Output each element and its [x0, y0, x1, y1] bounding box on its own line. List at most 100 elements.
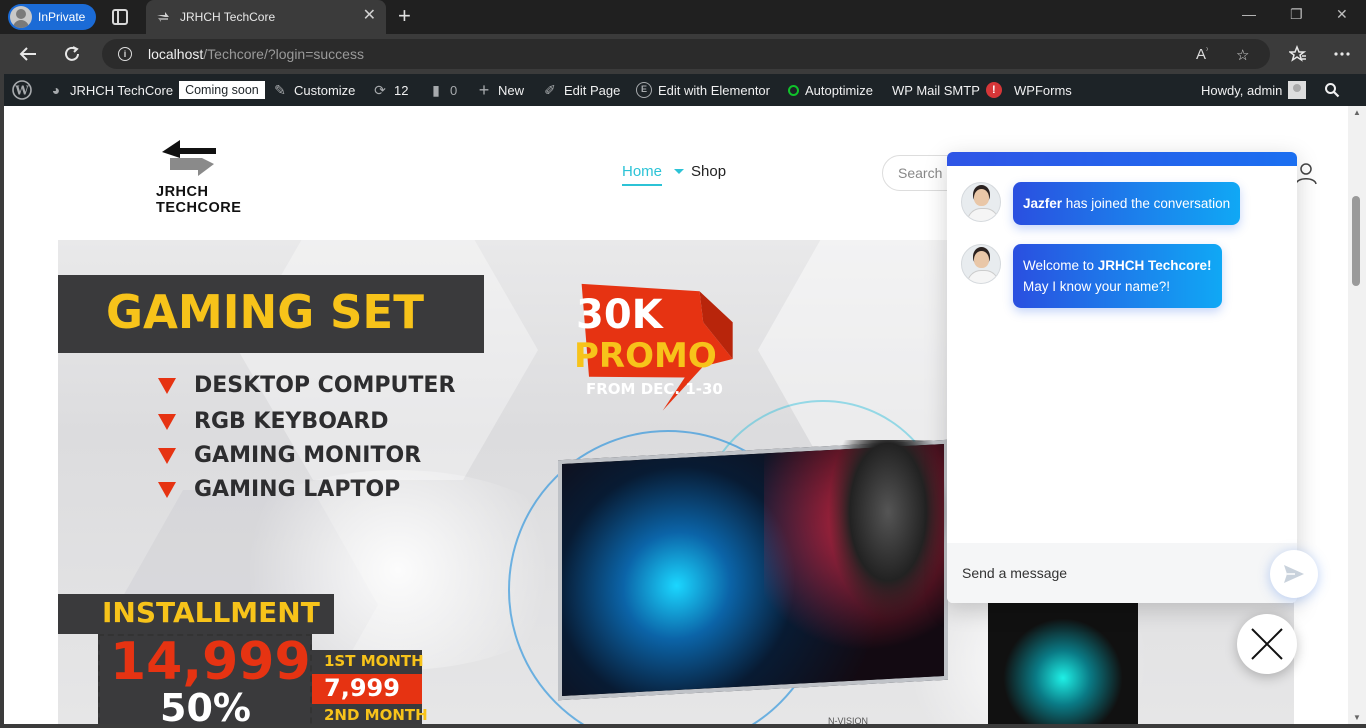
minimize-button[interactable]: — [1242, 6, 1256, 22]
pencil-icon: ✐ [544, 82, 556, 98]
monitor-brand: N-VISION [828, 716, 869, 724]
agent-name: Jazfer [1023, 196, 1063, 211]
chat-message: Jazfer has joined the conversation [961, 182, 1241, 225]
chat-message-input[interactable]: Send a message [947, 543, 1297, 603]
favorites-icon[interactable] [1286, 42, 1310, 66]
scroll-up-icon[interactable]: ▲ [1353, 108, 1361, 117]
adminbar-wp-mail-smtp[interactable]: WP Mail SMTP ! [892, 74, 1002, 106]
feature-item: GAMING MONITOR [158, 443, 421, 468]
close-window-button[interactable]: ✕ [1336, 6, 1348, 23]
chat-bubble: Jazfer has joined the conversation [1013, 182, 1241, 225]
wordpress-logo-icon[interactable]: W [12, 74, 32, 106]
send-button[interactable] [1270, 550, 1318, 598]
tab-actions-icon[interactable] [112, 9, 128, 25]
chat-close-button[interactable] [1237, 614, 1297, 674]
feature-label: GAMING MONITOR [194, 443, 422, 468]
promo-word: PROMO [574, 336, 717, 376]
autoptimize-label: Autoptimize [805, 82, 873, 98]
feature-item: RGB KEYBOARD [158, 409, 389, 434]
new-tab-button[interactable]: + [398, 4, 411, 28]
adminbar-customize[interactable]: ✎ Customize [272, 74, 355, 106]
bullet-triangle-icon [158, 413, 176, 430]
browser-toolbar: i localhost/Techcore/?login=success A⁾ ☆ [0, 34, 1366, 74]
adminbar-autoptimize[interactable]: Autoptimize [788, 74, 873, 106]
price-value: 14,999 [110, 632, 311, 692]
user-account-icon[interactable] [1294, 161, 1318, 185]
refresh-icon[interactable] [60, 42, 84, 66]
price-percent: 50% [160, 686, 251, 724]
inprivate-profile-button[interactable]: InPrivate [8, 4, 96, 30]
browser-window: InPrivate JRHCH TechCore ✕ + — ❐ ✕ i loc… [0, 0, 1366, 728]
more-options-icon[interactable] [1330, 42, 1354, 66]
wp-admin-bar: W ◕ JRHCH TechCore Coming soon ✎ Customi… [4, 74, 1366, 106]
chat-widget[interactable]: Jazfer has joined the conversation Welco… [947, 152, 1297, 603]
coming-soon-badge[interactable]: Coming soon [179, 81, 265, 99]
adminbar-comments[interactable]: ▮ 0 [428, 74, 457, 106]
site-favicon-icon [157, 12, 169, 22]
adminbar-new[interactable]: + New [476, 74, 524, 106]
url-text: localhost/Techcore/?login=success [148, 46, 364, 62]
svg-text:W: W [14, 84, 29, 98]
updates-count: 12 [394, 82, 409, 98]
feature-item: DESKTOP COMPUTER [158, 373, 455, 398]
nav-shop[interactable]: Shop [691, 163, 726, 180]
bullet-triangle-icon [158, 481, 176, 498]
address-bar[interactable]: i localhost/Techcore/?login=success A⁾ ☆ [102, 39, 1270, 69]
new-label: New [498, 82, 525, 98]
agent-avatar [961, 182, 1001, 222]
promo-amount: 30K [576, 292, 663, 338]
bullet-triangle-icon [158, 447, 176, 464]
welcome-question: May I know your name?! [1023, 279, 1171, 294]
chat-header [947, 152, 1297, 166]
tab-close-icon[interactable]: ✕ [363, 8, 376, 24]
chevron-down-icon[interactable] [674, 169, 684, 174]
adminbar-elementor[interactable]: E Edit with Elementor [636, 74, 770, 106]
read-aloud-icon[interactable]: A⁾ [1196, 46, 1208, 63]
scrollbar-thumb[interactable] [1352, 196, 1360, 286]
adminbar-wpforms[interactable]: WPForms [1014, 74, 1072, 106]
page-scrollbar[interactable]: ▲ ▼ [1348, 106, 1366, 724]
close-icon [1251, 628, 1283, 660]
adminbar-updates[interactable]: ⟳ 12 [372, 74, 408, 106]
wp-mail-smtp-label: WP Mail SMTP [892, 82, 980, 98]
first-month-label: 1ST MONTH [324, 652, 424, 670]
tab-active[interactable]: JRHCH TechCore ✕ [146, 0, 386, 34]
chat-bubble: Welcome to JRHCH Techcore! May I know yo… [1013, 244, 1222, 308]
search-placeholder: Search [898, 165, 943, 181]
promo-dates: FROM DEC. 1-30 [586, 380, 723, 398]
dashboard-gauge-icon: ◕ [51, 82, 61, 98]
nav-home[interactable]: Home [622, 163, 663, 186]
scroll-down-icon[interactable]: ▼ [1353, 713, 1361, 722]
updates-icon: ⟳ [374, 82, 386, 98]
first-month-amount: 7,999 [324, 674, 400, 702]
adminbar-search-icon[interactable] [1324, 74, 1340, 106]
adminbar-site-name[interactable]: ◕ JRHCH TechCore Coming soon [48, 74, 265, 106]
status-circle-icon [788, 84, 799, 96]
edit-page-label: Edit Page [564, 82, 621, 98]
back-arrow-icon[interactable] [16, 42, 40, 66]
favorite-star-icon[interactable]: ☆ [1236, 46, 1249, 64]
logo-arrows-icon [162, 140, 216, 176]
site-info-icon[interactable]: i [118, 47, 132, 61]
agent-avatar [961, 244, 1001, 284]
adminbar-account[interactable]: Howdy, admin [1201, 74, 1307, 106]
welcome-brand: JRHCH Techcore! [1097, 258, 1212, 273]
adminbar-edit-page[interactable]: ✐ Edit Page [542, 74, 620, 106]
feature-label: RGB KEYBOARD [194, 409, 389, 434]
logo-text: JRHCH TECHCORE [156, 184, 242, 216]
chat-message: Welcome to JRHCH Techcore! May I know yo… [961, 244, 1222, 308]
url-path: /Techcore/?login=success [203, 46, 364, 62]
inprivate-label: InPrivate [38, 10, 86, 24]
tab-title: JRHCH TechCore [180, 10, 276, 24]
plus-icon: + [478, 80, 490, 100]
send-arrow-icon [1284, 565, 1304, 583]
restore-button[interactable]: ❐ [1290, 6, 1303, 23]
feature-item: GAMING LAPTOP [158, 477, 400, 502]
elementor-label: Edit with Elementor [658, 82, 770, 98]
howdy-label: Howdy, admin [1201, 82, 1283, 98]
site-logo[interactable]: JRHCH TECHCORE [156, 136, 296, 216]
bullet-triangle-icon [158, 377, 176, 394]
feature-label: DESKTOP COMPUTER [194, 373, 456, 398]
installment-label: INSTALLMENT [102, 596, 320, 629]
site-name-label: JRHCH TechCore [70, 82, 174, 98]
